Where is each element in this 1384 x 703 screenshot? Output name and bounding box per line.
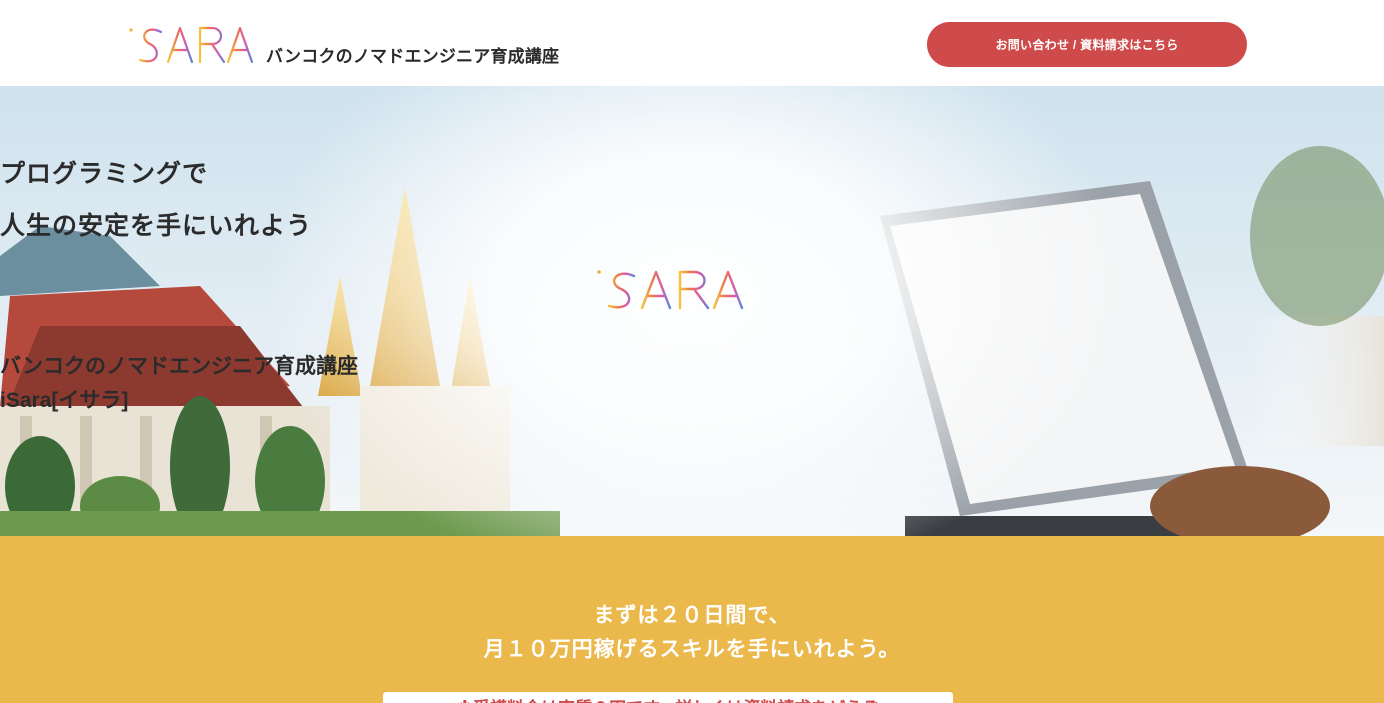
promo-line2: 月１０万円稼げるスキルを手にいれよう。 [483, 638, 901, 661]
fee-notice-banner[interactable]: ※受講料金は実質０円です。詳しくは資料請求をどうぞ [383, 692, 953, 703]
promo-section: まずは２０日間で、 月１０万円稼げるスキルを手にいれよう。 ※受講料金は実質０円… [0, 536, 1384, 703]
site-header: バンコクのノマドエンジニア育成講座 お問い合わせ / 資料請求はこちら [0, 0, 1384, 86]
hero-section: プログラミングで 人生の安定を手にいれよう バンコクのノマドエンジニア育成講座 … [0, 86, 1384, 536]
hero-subtitle-line2: iSara[イサラ] [0, 389, 129, 412]
promo-line1: まずは２０日間で、 [593, 604, 791, 627]
isara-hero-logo-icon [597, 270, 744, 310]
hero-headline-line2: 人生の安定を手にいれよう [0, 212, 313, 240]
site-logo[interactable]: バンコクのノマドエンジニア育成講座 [128, 22, 559, 66]
site-name: バンコクのノマドエンジニア育成講座 [266, 47, 560, 66]
isara-logo-icon [129, 26, 254, 64]
fee-notice-text: ※受講料金は実質０円です。詳しくは資料請求をどうぞ [383, 694, 953, 703]
hero-headline-line1: プログラミングで [0, 160, 209, 188]
hero-subtitle-line1: バンコクのノマドエンジニア育成講座 [0, 355, 359, 378]
contact-request-button[interactable]: お問い合わせ / 資料請求はこちら [927, 22, 1247, 67]
